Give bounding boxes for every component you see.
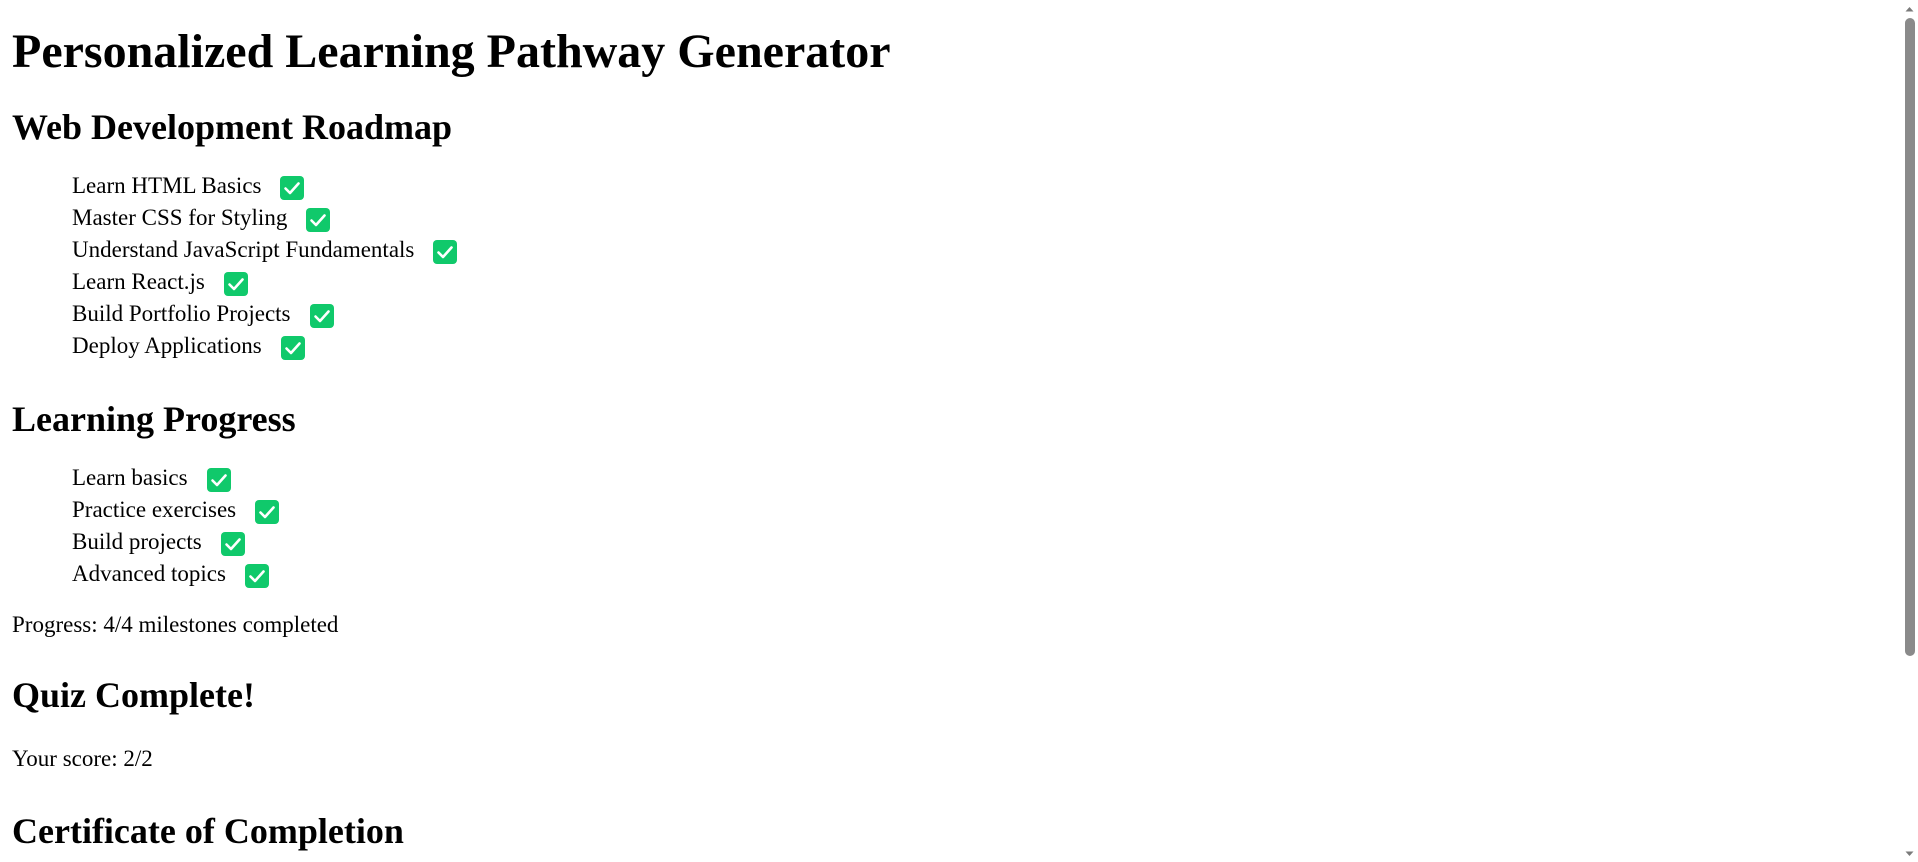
roadmap-item: Learn React.js (72, 266, 1892, 298)
roadmap-list: Learn HTML Basics Master CSS for Styling… (12, 170, 1892, 362)
progress-item-label: Learn basics (72, 465, 188, 490)
progress-summary: Progress: 4/4 milestones completed (12, 612, 339, 637)
progress-item-label: Practice exercises (72, 497, 237, 522)
progress-item: Practice exercises (72, 494, 1892, 526)
quiz-score: Your score: 2/2 (12, 746, 153, 771)
progress-heading: Learning Progress (12, 399, 296, 439)
check-mark-icon (255, 500, 280, 524)
vertical-scrollbar[interactable] (1901, 0, 1918, 862)
roadmap-item: Understand JavaScript Fundamentals (72, 234, 1892, 266)
progress-item: Advanced topics (72, 558, 1892, 590)
check-mark-icon (280, 176, 305, 200)
roadmap-item-label: Learn HTML Basics (72, 173, 262, 198)
roadmap-item-label: Master CSS for Styling (72, 205, 288, 230)
chevron-down-icon[interactable] (1901, 845, 1918, 862)
roadmap-heading: Web Development Roadmap (12, 107, 452, 147)
page-viewport: Personalized Learning Pathway Generator … (0, 0, 1918, 862)
roadmap-item: Build Portfolio Projects (72, 298, 1892, 330)
progress-list: Learn basics Practice exercises Build pr… (12, 462, 1892, 590)
quiz-heading: Quiz Complete! (12, 675, 255, 715)
certificate-heading: Certificate of Completion (12, 811, 404, 851)
chevron-up-icon[interactable] (1901, 0, 1918, 17)
check-mark-icon (223, 272, 248, 296)
progress-item: Learn basics (72, 462, 1892, 494)
page-title: Personalized Learning Pathway Generator (12, 25, 891, 78)
progress-item-label: Advanced topics (72, 561, 226, 586)
check-mark-icon (309, 304, 334, 328)
check-mark-icon (280, 336, 305, 360)
progress-item: Build projects (72, 526, 1892, 558)
check-mark-icon (244, 564, 269, 588)
roadmap-item-label: Understand JavaScript Fundamentals (72, 237, 415, 262)
main-content: Personalized Learning Pathway Generator … (12, 0, 1892, 852)
roadmap-item: Master CSS for Styling (72, 202, 1892, 234)
roadmap-item: Learn HTML Basics (72, 170, 1892, 202)
scrollbar-thumb[interactable] (1905, 18, 1915, 656)
check-mark-icon (433, 240, 458, 264)
roadmap-item-label: Learn React.js (72, 269, 205, 294)
check-mark-icon (206, 468, 231, 492)
roadmap-item-label: Build Portfolio Projects (72, 301, 291, 326)
check-mark-icon (306, 208, 331, 232)
roadmap-item-label: Deploy Applications (72, 333, 262, 358)
check-mark-icon (220, 532, 245, 556)
progress-item-label: Build projects (72, 529, 202, 554)
roadmap-item: Deploy Applications (72, 330, 1892, 362)
